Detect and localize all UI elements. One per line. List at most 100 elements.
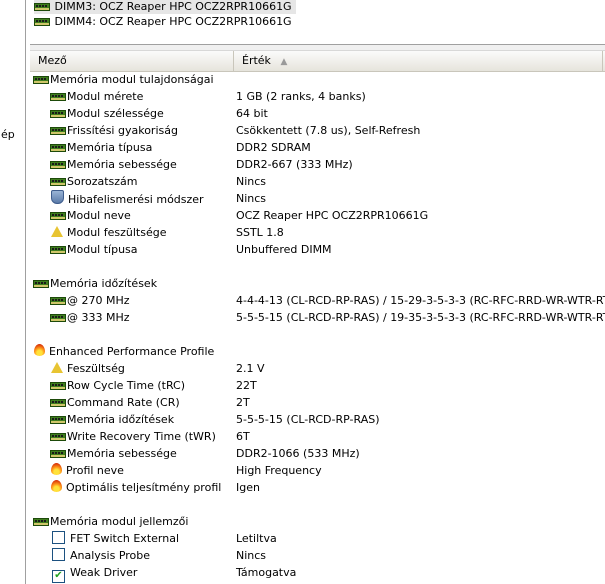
property-label: Sorozatszám bbox=[67, 175, 138, 188]
property-value: 1 GB (2 ranks, 4 banks) bbox=[236, 90, 366, 103]
property-row[interactable]: Hibafelismerési módszer Nincs bbox=[30, 190, 605, 207]
section-title-text: Memória modul tulajdonságai bbox=[50, 73, 214, 86]
property-row[interactable]: Analysis Probe Nincs bbox=[30, 547, 605, 564]
property-field: Modul típusa bbox=[50, 241, 138, 258]
device-list-item-dimm4[interactable]: DIMM4: OCZ Reaper HPC OCZ2RPR10661G bbox=[34, 15, 292, 29]
property-field: Write Recovery Time (tWR) bbox=[50, 428, 216, 445]
ram-icon bbox=[50, 433, 66, 441]
property-label: Row Cycle Time (tRC) bbox=[67, 379, 186, 392]
ram-icon bbox=[50, 314, 66, 322]
property-row[interactable]: Optimális teljesítmény profil Igen bbox=[30, 479, 605, 496]
clipped-nav-text: ép bbox=[1, 128, 15, 141]
device-list-item-dimm3[interactable]: DIMM3: OCZ Reaper HPC OCZ2RPR10661G bbox=[34, 0, 296, 14]
checkbox-checked-icon[interactable]: ✔ bbox=[52, 570, 65, 583]
property-value: DDR2-667 (333 MHz) bbox=[236, 158, 353, 171]
property-field: Modul feszültsége bbox=[50, 224, 166, 241]
ram-icon bbox=[50, 93, 66, 101]
column-header-value[interactable]: Érték ▲ bbox=[234, 51, 603, 71]
device-label: DIMM3: OCZ Reaper HPC OCZ2RPR10661G bbox=[54, 0, 292, 13]
property-value: 22T bbox=[236, 379, 257, 392]
property-row[interactable]: Modul mérete 1 GB (2 ranks, 4 banks) bbox=[30, 88, 605, 105]
property-row[interactable]: Feszültség 2.1 V bbox=[30, 360, 605, 377]
property-row[interactable]: ✔ Weak Driver Támogatva bbox=[30, 564, 605, 583]
property-label: Analysis Probe bbox=[70, 549, 151, 562]
ram-icon bbox=[50, 212, 66, 220]
property-row[interactable]: Frissítési gyakoriság Csökkentett (7.8 us… bbox=[30, 122, 605, 139]
property-row[interactable]: @ 270 MHz 4-4-4-13 (CL-RCD-RP-RAS) / 15-2… bbox=[30, 292, 605, 309]
column-header-field[interactable]: Mező bbox=[30, 51, 234, 71]
section-header[interactable]: Memória időzítések bbox=[30, 275, 605, 292]
ram-icon bbox=[50, 297, 66, 305]
flame-icon bbox=[51, 480, 62, 492]
property-value: Nincs bbox=[236, 192, 267, 205]
property-row[interactable]: Modul típusa Unbuffered DIMM bbox=[30, 241, 605, 258]
property-label: Hibafelismerési módszer bbox=[68, 193, 204, 206]
section-title: Enhanced Performance Profile bbox=[33, 343, 214, 360]
shield-icon bbox=[51, 190, 64, 204]
section-title-text: Memória modul jellemzői bbox=[50, 515, 189, 528]
ram-icon bbox=[33, 518, 49, 526]
property-row[interactable]: Modul neve OCZ Reaper HPC OCZ2RPR10661G bbox=[30, 207, 605, 224]
property-row[interactable]: Write Recovery Time (tWR) 6T bbox=[30, 428, 605, 445]
property-field: Feszültség bbox=[50, 360, 125, 377]
property-field: Row Cycle Time (tRC) bbox=[50, 377, 185, 394]
property-label: Modul neve bbox=[67, 209, 131, 222]
property-label: FET Switch External bbox=[70, 532, 179, 545]
device-list[interactable]: DIMM3: OCZ Reaper HPC OCZ2RPR10661G DIMM… bbox=[30, 0, 605, 44]
ram-icon bbox=[34, 18, 50, 26]
section-header[interactable]: Memória modul jellemzői bbox=[30, 513, 605, 530]
section-header[interactable]: Memória modul tulajdonságai bbox=[30, 71, 605, 88]
property-field: Hibafelismerési módszer bbox=[50, 190, 204, 208]
list-header: Mező Érték ▲ bbox=[30, 50, 605, 72]
property-row[interactable]: Memória típusa DDR2 SDRAM bbox=[30, 139, 605, 156]
property-value: 64 bit bbox=[236, 107, 268, 120]
checkbox-unchecked-icon[interactable] bbox=[52, 548, 65, 561]
property-row[interactable]: Memória sebessége DDR2-1066 (533 MHz) bbox=[30, 445, 605, 462]
ram-icon bbox=[50, 399, 66, 407]
section-title: Memória időzítések bbox=[33, 275, 157, 292]
property-label: Weak Driver bbox=[70, 566, 138, 579]
property-field: Memória sebessége bbox=[50, 156, 177, 173]
property-value: Csökkentett (7.8 us), Self-Refresh bbox=[236, 124, 421, 137]
ram-icon bbox=[50, 416, 66, 424]
property-value: Igen bbox=[236, 481, 260, 494]
ram-icon bbox=[50, 178, 66, 186]
property-row[interactable]: Memória időzítések 5-5-5-15 (CL-RCD-RP-RA… bbox=[30, 411, 605, 428]
property-field: Frissítési gyakoriság bbox=[50, 122, 178, 139]
property-label: Frissítési gyakoriság bbox=[67, 124, 178, 137]
property-value: 2.1 V bbox=[236, 362, 265, 375]
property-row[interactable]: Modul feszültsége SSTL 1.8 bbox=[30, 224, 605, 241]
property-row[interactable]: Sorozatszám Nincs bbox=[30, 173, 605, 190]
property-row[interactable]: @ 333 MHz 5-5-5-15 (CL-RCD-RP-RAS) / 19-3… bbox=[30, 309, 605, 326]
column-header-value-label: Érték bbox=[242, 54, 271, 67]
property-row[interactable]: FET Switch External Letiltva bbox=[30, 530, 605, 547]
property-value: 5-5-5-15 (CL-RCD-RP-RAS) / 19-35-3-5-3-3… bbox=[236, 311, 605, 324]
property-row[interactable]: Modul szélessége 64 bit bbox=[30, 105, 605, 122]
property-field: ✔ Weak Driver bbox=[50, 564, 137, 583]
section-header[interactable]: Enhanced Performance Profile bbox=[30, 343, 605, 360]
property-field: Profil neve bbox=[50, 462, 124, 479]
property-label: Memória időzítések bbox=[67, 413, 175, 426]
property-field: Memória időzítések bbox=[50, 411, 174, 428]
property-value: Támogatva bbox=[236, 566, 297, 579]
property-row[interactable]: Memória sebessége DDR2-667 (333 MHz) bbox=[30, 156, 605, 173]
property-field: Modul neve bbox=[50, 207, 131, 224]
device-label: DIMM4: OCZ Reaper HPC OCZ2RPR10661G bbox=[54, 15, 292, 28]
property-label: Optimális teljesítmény profil bbox=[66, 481, 222, 494]
property-label: Modul típusa bbox=[67, 243, 138, 256]
property-field: Command Rate (CR) bbox=[50, 394, 180, 411]
section-title-text: Enhanced Performance Profile bbox=[49, 345, 215, 358]
property-list: Memória modul tulajdonságai Modul mérete 1… bbox=[30, 71, 605, 583]
property-row[interactable]: Profil neve High Frequency bbox=[30, 462, 605, 479]
navigation-panel: ép bbox=[0, 0, 26, 584]
section-title: Memória modul tulajdonságai bbox=[33, 71, 214, 88]
section-title: Memória modul jellemzői bbox=[33, 513, 188, 530]
property-row[interactable]: Row Cycle Time (tRC) 22T bbox=[30, 377, 605, 394]
warning-icon bbox=[51, 226, 63, 237]
property-row[interactable]: Command Rate (CR) 2T bbox=[30, 394, 605, 411]
property-value: High Frequency bbox=[236, 464, 322, 477]
checkbox-unchecked-icon[interactable] bbox=[52, 531, 65, 544]
sort-ascending-icon: ▲ bbox=[280, 57, 288, 67]
